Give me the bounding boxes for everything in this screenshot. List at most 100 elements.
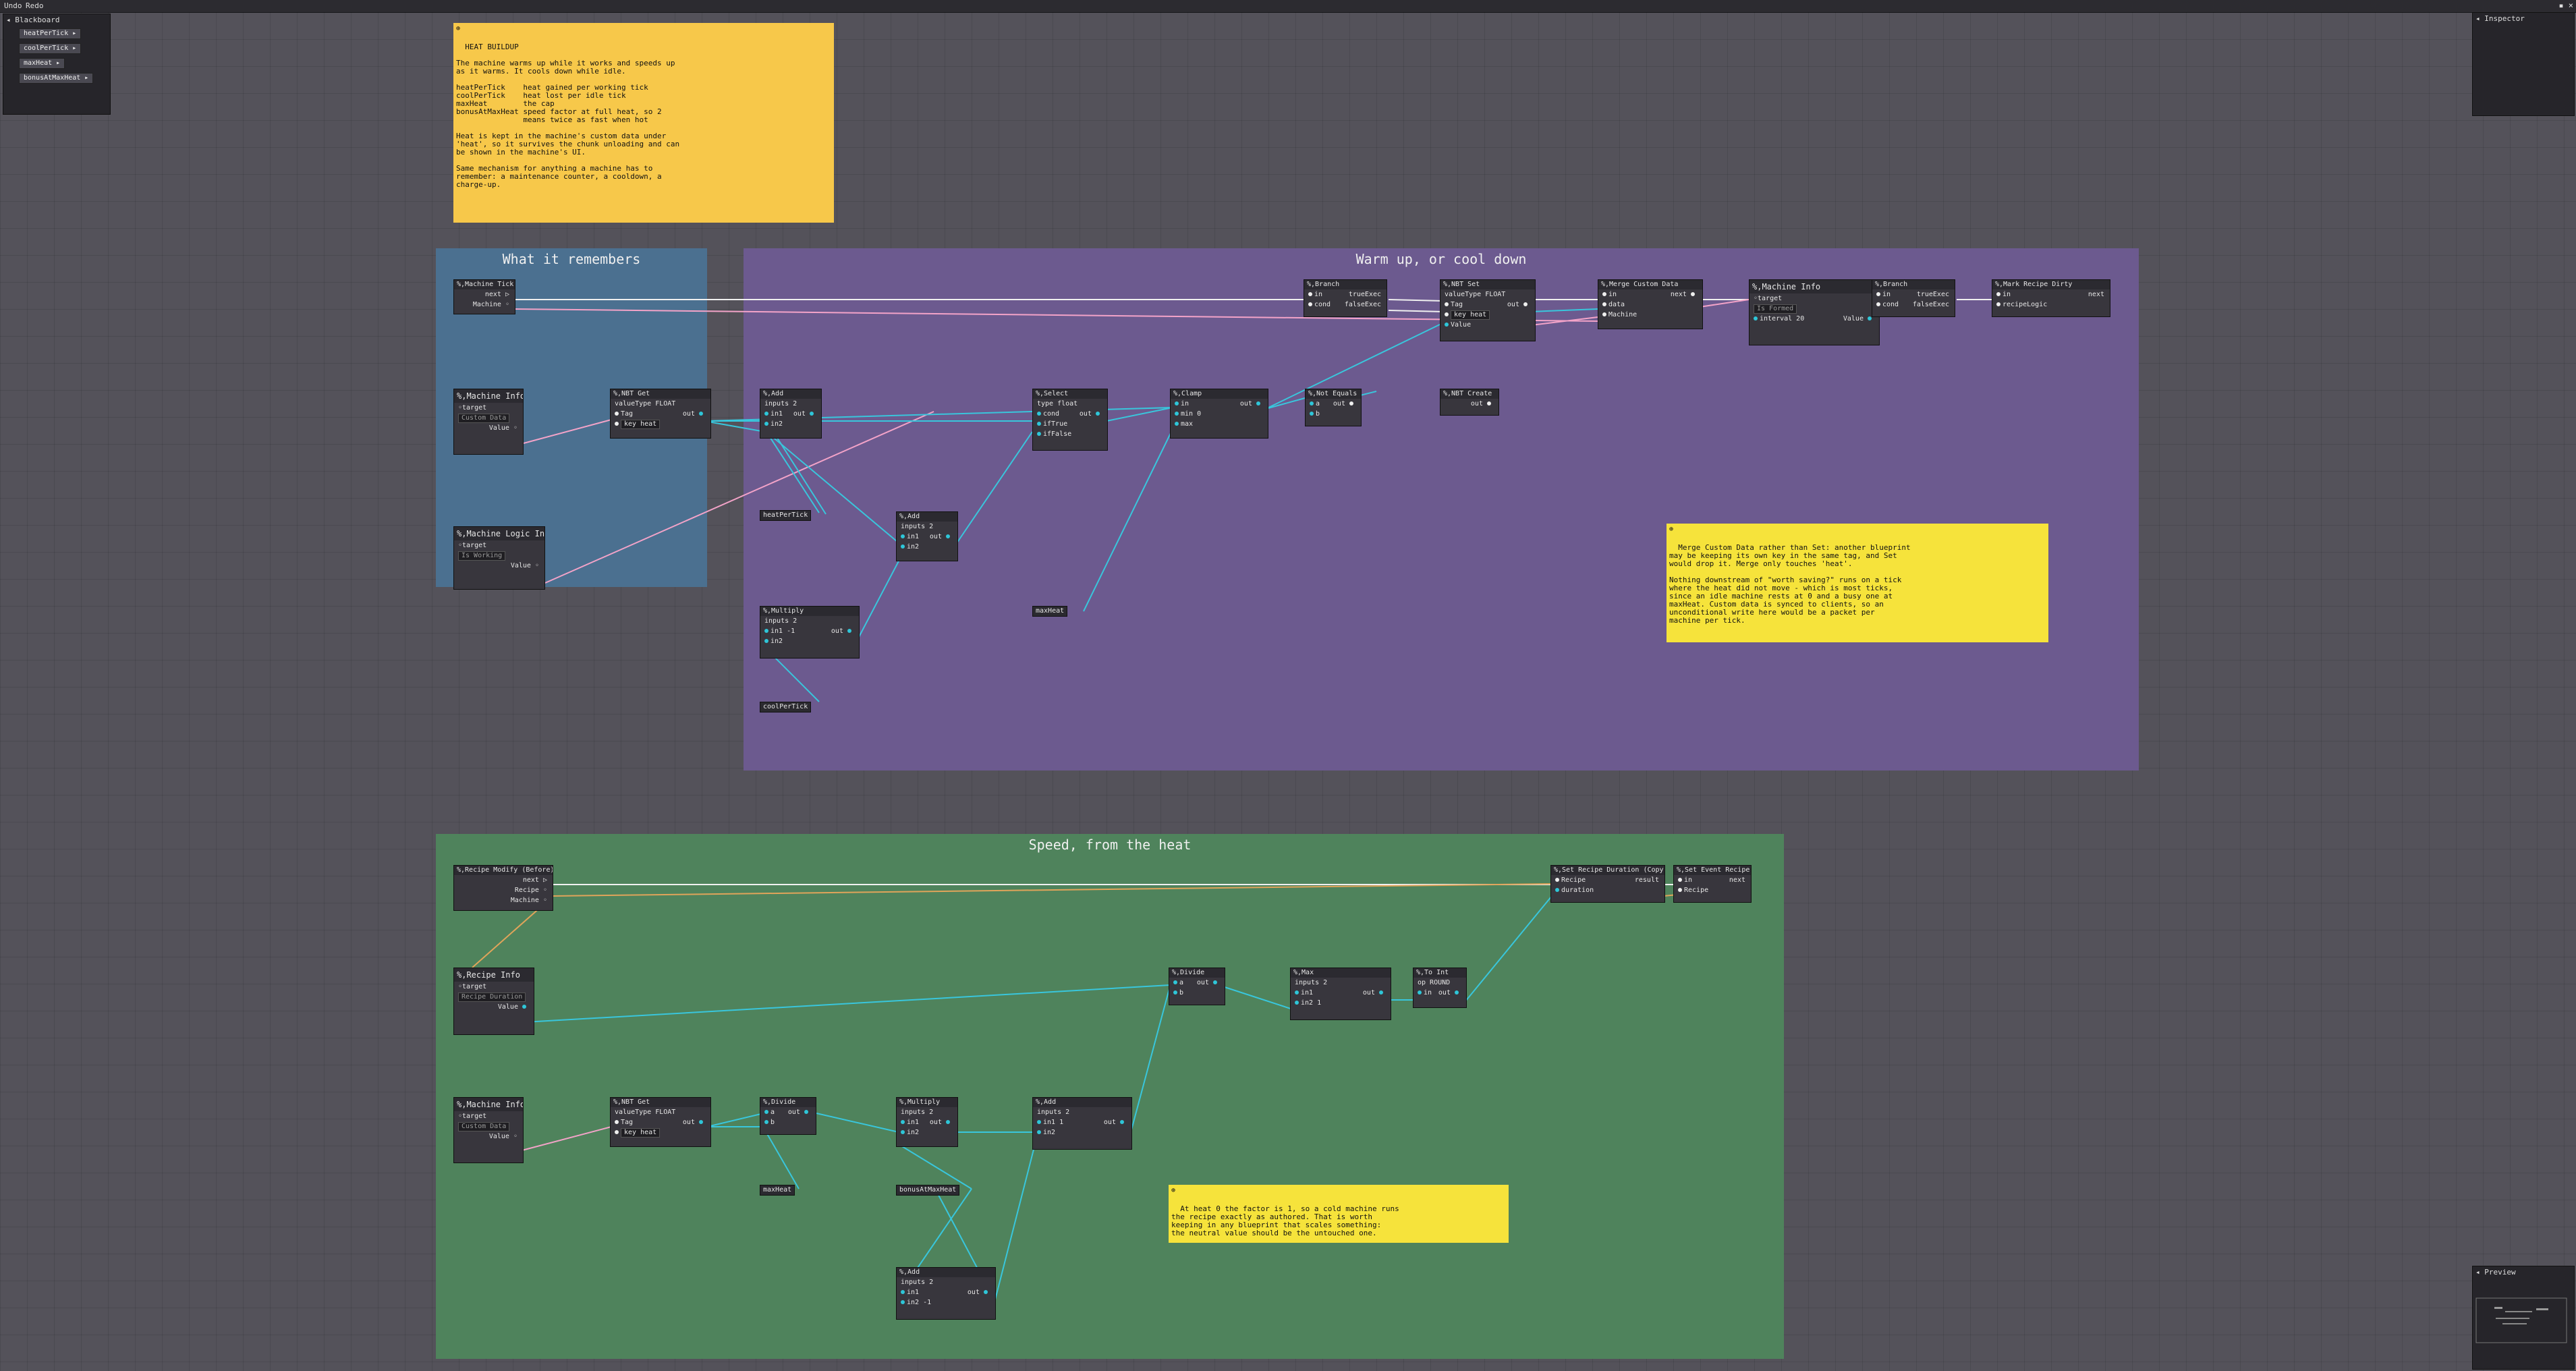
pin-target[interactable]: ◦target: [454, 403, 523, 413]
pin-target[interactable]: ◦target: [454, 540, 544, 551]
inputs-field[interactable]: inputs 2: [760, 616, 859, 626]
pin-min[interactable]: min 0: [1171, 409, 1268, 419]
field-select[interactable]: Custom Data: [454, 413, 523, 423]
node-max[interactable]: %,Max inputs 2 in1 out in2 1: [1290, 968, 1391, 1020]
node-add[interactable]: %,Add inputs 2 in1 out in2: [760, 389, 822, 439]
pin-next[interactable]: next ▷: [454, 289, 515, 300]
pin-b[interactable]: b: [1169, 988, 1225, 998]
pin-in2[interactable]: in2: [760, 636, 859, 646]
node-branch[interactable]: %,Branch in trueExec cond falseExec: [1872, 279, 1955, 317]
inputs-field[interactable]: inputs 2: [897, 522, 957, 532]
node-machine-logic-info[interactable]: %,Machine Logic Info ◦target Is Working …: [453, 526, 545, 590]
pin-machine[interactable]: Machine ◦: [454, 300, 515, 310]
pin-tag[interactable]: Tag out: [611, 1117, 710, 1127]
node-mark-recipe-dirty[interactable]: %,Mark Recipe Dirty in next recipeLogic: [1992, 279, 2110, 317]
field-select[interactable]: Custom Data: [454, 1121, 523, 1131]
node-nbt-set[interactable]: %,NBT Set valueType FLOAT Tag out key hea…: [1440, 279, 1536, 341]
pin-target[interactable]: ◦target: [454, 982, 534, 992]
node-not-equals[interactable]: %,Not Equals a out b: [1305, 389, 1362, 426]
node-recipe-modify-before[interactable]: %,Recipe Modify (Before) next ▷ Recipe ◦…: [453, 865, 553, 911]
pin-tag[interactable]: Tag out: [1440, 300, 1535, 310]
pin-value[interactable]: Value ◦: [454, 561, 544, 571]
node-machine-tick[interactable]: %,Machine Tick next ▷ Machine ◦: [453, 279, 515, 314]
pin-value[interactable]: Value ◦: [454, 1131, 523, 1142]
pin-recipe-logic[interactable]: recipeLogic: [1992, 300, 2110, 310]
type-field[interactable]: type float: [1033, 399, 1107, 409]
node-set-event-recipe[interactable]: %,Set Event Recipe in next Recipe: [1673, 865, 1752, 903]
pin-machine[interactable]: Machine: [1598, 310, 1702, 320]
node-machine-info[interactable]: %,Machine Info ◦target Is Formed interva…: [1749, 279, 1880, 345]
node-divide[interactable]: %,Divide a out b: [760, 1097, 816, 1135]
pin-in2[interactable]: in2 1: [1291, 998, 1391, 1008]
inputs-field[interactable]: inputs 2: [897, 1277, 995, 1287]
pin-a[interactable]: a out: [1169, 978, 1225, 988]
pin-in[interactable]: in trueExec: [1304, 289, 1387, 300]
pin-in2[interactable]: in2: [1033, 1127, 1131, 1138]
pin-target[interactable]: ◦target: [1749, 293, 1879, 304]
value-type-select[interactable]: valueType FLOAT: [611, 399, 710, 409]
pin-in1[interactable]: in1 1 out: [1033, 1117, 1131, 1127]
var-coolpertick[interactable]: coolPerTick: [760, 702, 812, 712]
value-type-select[interactable]: valueType FLOAT: [1440, 289, 1535, 300]
pin-max[interactable]: max: [1171, 419, 1268, 429]
pin-machine[interactable]: Machine ◦: [454, 895, 553, 905]
pin-in[interactable]: in out: [1171, 399, 1268, 409]
pin-in2[interactable]: in2: [897, 542, 957, 552]
interval-field[interactable]: interval 20 Value: [1749, 314, 1879, 324]
pin-in1[interactable]: in1 out: [1291, 988, 1391, 998]
field-select[interactable]: Is Formed: [1749, 304, 1879, 314]
pin-in[interactable]: in next: [1674, 875, 1751, 885]
pin-out[interactable]: out: [1440, 399, 1499, 409]
pin-b[interactable]: b: [1306, 409, 1361, 419]
key-field[interactable]: key heat: [1440, 310, 1535, 320]
pin-recipe[interactable]: Recipe: [1674, 885, 1751, 895]
pin-in2[interactable]: in2: [897, 1127, 957, 1138]
pin-in1[interactable]: in1 -1 out: [760, 626, 859, 636]
pin-in2[interactable]: in2 -1: [897, 1297, 995, 1308]
field-select[interactable]: Is Working: [454, 551, 544, 561]
var-heatpertick[interactable]: heatPerTick: [760, 510, 812, 521]
key-field[interactable]: key heat: [611, 419, 710, 429]
node-add[interactable]: %,Add inputs 2 in1 1 out in2: [1032, 1097, 1132, 1150]
pin-in1[interactable]: in1 out: [760, 409, 821, 419]
pin-in2[interactable]: in2: [760, 419, 821, 429]
pin-value[interactable]: Value: [1440, 320, 1535, 330]
node-machine-info[interactable]: %,Machine Info ◦target Custom Data Value…: [453, 389, 524, 455]
node-set-recipe-duration[interactable]: %,Set Recipe Duration (Copy) Recipe resul…: [1550, 865, 1665, 903]
pin-iftrue[interactable]: ifTrue: [1033, 419, 1107, 429]
node-multiply[interactable]: %,Multiply inputs 2 in1 -1 out in2: [760, 606, 860, 659]
pin-value[interactable]: Value: [454, 1002, 534, 1012]
pin-a[interactable]: a out: [760, 1107, 816, 1117]
pin-in1[interactable]: in1 out: [897, 1287, 995, 1297]
pin-in[interactable]: in out: [1413, 988, 1466, 998]
pin-recipe[interactable]: Recipe result: [1551, 875, 1664, 885]
pin-target[interactable]: ◦target: [454, 1111, 523, 1121]
pin-in[interactable]: in next: [1992, 289, 2110, 300]
field-select[interactable]: Recipe Duration: [454, 992, 534, 1002]
pin-in1[interactable]: in1 out: [897, 532, 957, 542]
node-add[interactable]: %,Add inputs 2 in1 out in2: [896, 511, 958, 561]
node-nbt-get[interactable]: %,NBT Get valueType FLOAT Tag out key hea…: [610, 1097, 711, 1147]
node-select[interactable]: %,Select type float cond out ifTrue ifFal…: [1032, 389, 1108, 451]
pin-in[interactable]: in next: [1598, 289, 1702, 300]
pin-cond[interactable]: cond out: [1033, 409, 1107, 419]
var-maxheat[interactable]: maxHeat: [1032, 606, 1068, 617]
pin-cond[interactable]: cond falseExec: [1872, 300, 1955, 310]
node-multiply[interactable]: %,Multiply inputs 2 in1 out in2: [896, 1097, 958, 1147]
node-to-int[interactable]: %,To Int op ROUND in out: [1413, 968, 1467, 1008]
node-add[interactable]: %,Add inputs 2 in1 out in2 -1: [896, 1267, 996, 1320]
node-recipe-info[interactable]: %,Recipe Info ◦target Recipe Duration Va…: [453, 968, 534, 1035]
node-clamp[interactable]: %,Clamp in out min 0 max: [1170, 389, 1268, 439]
pin-b[interactable]: b: [760, 1117, 816, 1127]
mode-select[interactable]: op ROUND: [1413, 978, 1466, 988]
node-nbt-create[interactable]: %,NBT Create out: [1440, 389, 1499, 416]
var-maxheat[interactable]: maxHeat: [760, 1185, 795, 1196]
inputs-field[interactable]: inputs 2: [1033, 1107, 1131, 1117]
node-nbt-get[interactable]: %,NBT Get valueType FLOAT Tag out key hea…: [610, 389, 711, 439]
pin-in1[interactable]: in1 out: [897, 1117, 957, 1127]
inputs-field[interactable]: inputs 2: [1291, 978, 1391, 988]
value-type-select[interactable]: valueType FLOAT: [611, 1107, 710, 1117]
pin-tag[interactable]: Tag out: [611, 409, 710, 419]
pin-iffalse[interactable]: ifFalse: [1033, 429, 1107, 439]
node-machine-info[interactable]: %,Machine Info ◦target Custom Data Value…: [453, 1097, 524, 1163]
